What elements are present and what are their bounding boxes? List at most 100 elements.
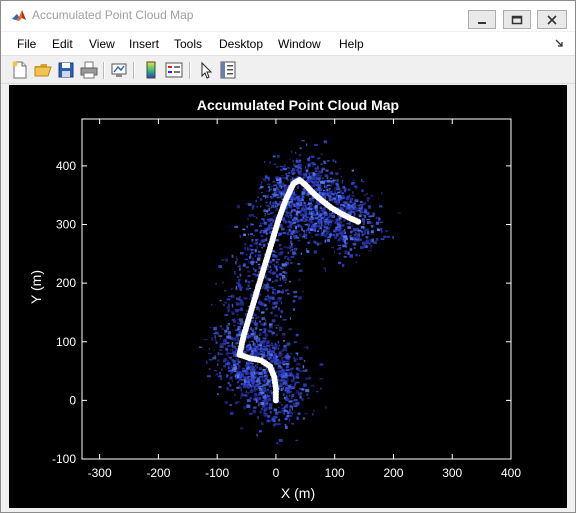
minimize-button[interactable] bbox=[468, 10, 496, 29]
cloud-point bbox=[278, 401, 281, 404]
menu-insert[interactable]: Insert bbox=[129, 37, 159, 51]
cloud-point bbox=[251, 252, 254, 254]
cloud-point bbox=[307, 224, 310, 227]
cloud-point bbox=[256, 366, 258, 369]
cloud-point bbox=[328, 227, 331, 230]
cloud-point bbox=[223, 365, 227, 368]
cloud-point bbox=[362, 214, 365, 217]
cloud-point bbox=[215, 373, 218, 376]
menu-desktop[interactable]: Desktop bbox=[219, 37, 263, 51]
cloud-point bbox=[276, 258, 281, 261]
window-title: Accumulated Point Cloud Map bbox=[32, 8, 194, 22]
cloud-point bbox=[260, 183, 262, 186]
menu-tools[interactable]: Tools bbox=[174, 37, 202, 51]
cloud-point bbox=[344, 239, 346, 244]
cloud-point bbox=[277, 340, 280, 344]
cloud-point bbox=[327, 180, 332, 183]
close-button[interactable] bbox=[537, 10, 567, 29]
cloud-point bbox=[240, 383, 243, 385]
cloud-point bbox=[268, 188, 271, 192]
cloud-point bbox=[358, 206, 362, 210]
maximize-button[interactable] bbox=[503, 10, 531, 29]
title-bar[interactable]: Accumulated Point Cloud Map bbox=[1, 1, 575, 31]
cloud-point bbox=[267, 204, 269, 207]
cloud-point bbox=[306, 393, 309, 396]
y-tick-label: 400 bbox=[56, 159, 76, 173]
cloud-point bbox=[349, 200, 352, 202]
cloud-point bbox=[282, 340, 285, 342]
cloud-point bbox=[255, 216, 258, 219]
point-cloud-plot[interactable]: Accumulated Point Cloud Map X (m) Y (m) … bbox=[9, 85, 567, 508]
new-figure-icon[interactable] bbox=[11, 61, 29, 79]
open-file-icon[interactable] bbox=[34, 61, 52, 79]
cloud-point bbox=[366, 197, 371, 200]
cloud-point bbox=[245, 254, 248, 256]
link-plot-icon[interactable] bbox=[110, 61, 128, 79]
cloud-point bbox=[261, 379, 265, 381]
cloud-point bbox=[279, 248, 283, 250]
insert-legend-icon[interactable] bbox=[165, 61, 183, 79]
cloud-point bbox=[256, 336, 259, 339]
edit-plot-icon[interactable] bbox=[197, 61, 215, 79]
menu-file[interactable]: File bbox=[17, 37, 36, 51]
cloud-point bbox=[241, 368, 245, 370]
cloud-point bbox=[262, 369, 266, 372]
cloud-point bbox=[360, 210, 362, 214]
cloud-point bbox=[278, 344, 280, 347]
insert-colorbar-icon[interactable] bbox=[142, 61, 160, 79]
cloud-point bbox=[263, 284, 265, 286]
cloud-point bbox=[295, 372, 300, 375]
cloud-point bbox=[273, 214, 277, 218]
cloud-point bbox=[327, 239, 331, 242]
cloud-point bbox=[248, 412, 253, 415]
cloud-point bbox=[264, 297, 268, 301]
print-icon[interactable] bbox=[80, 61, 98, 79]
cloud-point bbox=[254, 343, 256, 346]
cloud-point bbox=[281, 263, 286, 267]
cloud-point bbox=[221, 368, 223, 371]
cloud-point bbox=[268, 359, 271, 361]
cloud-point bbox=[240, 301, 244, 305]
cloud-point bbox=[263, 209, 266, 213]
cloud-point bbox=[256, 328, 258, 330]
cloud-point bbox=[355, 261, 357, 263]
cloud-point bbox=[305, 218, 307, 222]
cloud-point bbox=[256, 433, 258, 437]
menu-window[interactable]: Window bbox=[278, 37, 321, 51]
cloud-point bbox=[257, 254, 262, 257]
menu-help[interactable]: Help bbox=[339, 37, 364, 51]
cloud-point bbox=[313, 213, 315, 217]
cloud-point bbox=[237, 204, 240, 209]
cloud-point bbox=[283, 393, 285, 396]
menu-view[interactable]: View bbox=[89, 37, 115, 51]
cloud-point bbox=[286, 229, 288, 232]
cloud-point bbox=[234, 401, 238, 405]
cloud-point bbox=[290, 407, 292, 409]
cloud-point bbox=[237, 326, 240, 329]
cloud-point bbox=[226, 374, 229, 378]
cloud-point bbox=[203, 338, 208, 341]
cloud-point bbox=[227, 355, 229, 357]
cloud-point bbox=[246, 361, 251, 363]
cloud-point bbox=[254, 238, 259, 241]
cloud-point bbox=[296, 352, 299, 356]
property-inspector-icon[interactable] bbox=[219, 61, 237, 79]
cloud-point bbox=[264, 221, 267, 225]
dock-arrow-icon[interactable] bbox=[554, 38, 564, 48]
cloud-point bbox=[315, 181, 320, 184]
save-icon[interactable] bbox=[57, 61, 75, 79]
cloud-point bbox=[264, 318, 267, 322]
cloud-point bbox=[282, 386, 286, 388]
menu-edit[interactable]: Edit bbox=[52, 37, 73, 51]
cloud-point bbox=[288, 175, 291, 177]
cloud-point bbox=[298, 296, 302, 300]
cloud-point bbox=[328, 193, 332, 196]
cloud-point bbox=[326, 160, 330, 162]
cloud-point bbox=[322, 257, 324, 260]
cloud-point bbox=[240, 379, 245, 381]
cloud-point bbox=[255, 317, 257, 319]
cloud-point bbox=[273, 201, 277, 205]
cloud-point bbox=[227, 309, 230, 313]
cloud-point bbox=[380, 227, 383, 231]
y-tick-label: -100 bbox=[52, 452, 76, 466]
